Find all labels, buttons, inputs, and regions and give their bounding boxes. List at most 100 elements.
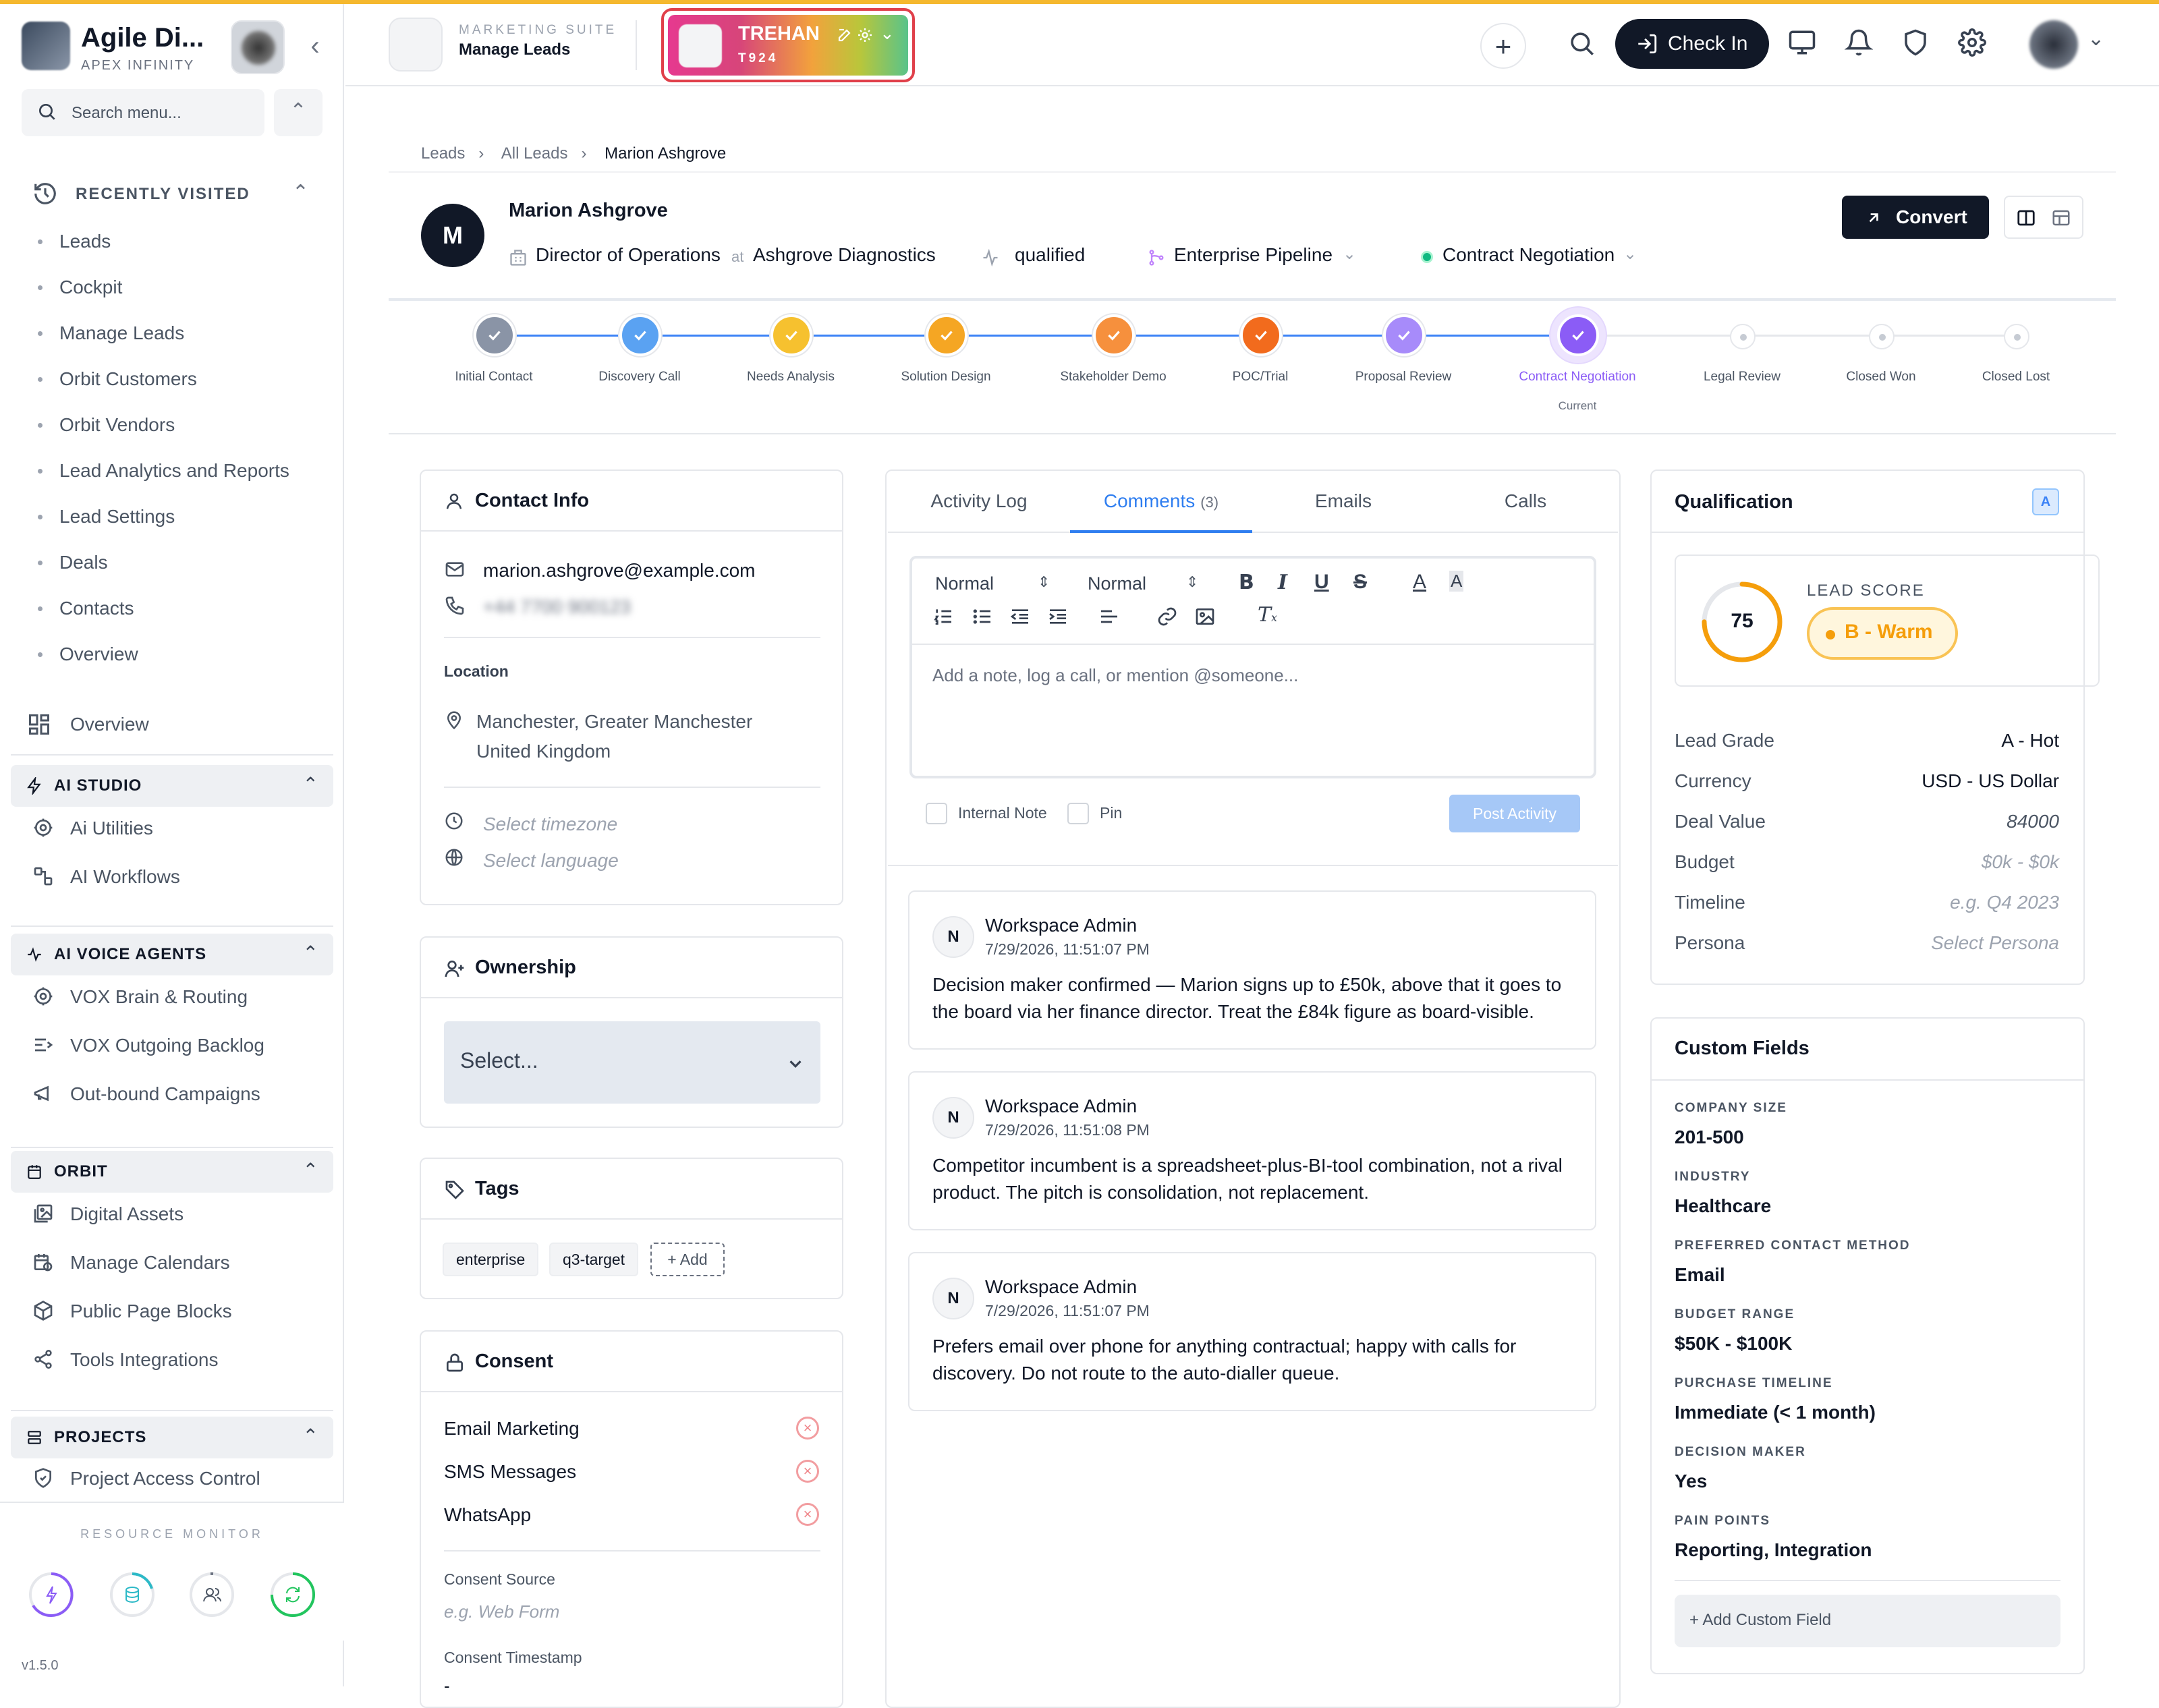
database-gauge[interactable] bbox=[108, 1570, 157, 1619]
convert-button[interactable]: Convert bbox=[1842, 196, 1989, 239]
chevron-down-icon[interactable]: ⌄ bbox=[2087, 27, 2104, 51]
sidebar-item-manage-calendars[interactable]: Manage Calendars bbox=[32, 1243, 329, 1283]
bell-icon[interactable] bbox=[1845, 28, 1873, 57]
cpu-gauge[interactable] bbox=[27, 1570, 76, 1619]
sidebar-item-tools-integrations[interactable]: Tools Integrations bbox=[32, 1340, 329, 1380]
qualification-field-value[interactable]: USD - US Dollar bbox=[1822, 770, 2059, 792]
lead-company[interactable]: Ashgrove Diagnostics bbox=[753, 244, 936, 266]
recent-item[interactable]: Contacts bbox=[35, 594, 325, 639]
timezone-select[interactable]: Select timezone bbox=[483, 814, 617, 835]
align-left-icon[interactable] bbox=[1098, 606, 1120, 627]
post-activity-button[interactable]: Post Activity bbox=[1449, 795, 1580, 832]
internal-note-checkbox[interactable] bbox=[926, 803, 947, 824]
recent-item[interactable]: Lead Analytics and Reports bbox=[35, 456, 325, 502]
comment-input[interactable]: Add a note, log a call, or mention @some… bbox=[932, 665, 1298, 686]
qualification-field-value[interactable]: $0k - $0k bbox=[1822, 851, 2059, 873]
custom-field-value[interactable]: Reporting, Integration bbox=[1675, 1539, 1872, 1561]
search-expand-chevron-up-icon[interactable]: ⌃ bbox=[274, 89, 323, 136]
recent-item[interactable]: Orbit Vendors bbox=[35, 410, 325, 456]
qualification-field-value[interactable]: A - Hot bbox=[1822, 730, 2059, 751]
add-custom-field-button[interactable]: + Add Custom Field bbox=[1675, 1595, 2060, 1647]
consent-source-input[interactable]: e.g. Web Form bbox=[444, 1601, 559, 1622]
tab-emails[interactable]: Emails bbox=[1252, 471, 1434, 533]
underline-icon[interactable]: U bbox=[1314, 571, 1329, 594]
search-icon[interactable] bbox=[1568, 30, 1596, 58]
link-icon[interactable] bbox=[1156, 606, 1178, 627]
section-header-projects[interactable]: PROJECTS ⌃ bbox=[11, 1417, 333, 1458]
tab-activity-log[interactable]: Activity Log bbox=[888, 471, 1070, 533]
custom-field-value[interactable]: Immediate (< 1 month) bbox=[1675, 1402, 1876, 1423]
consent-sms-denied-x-icon[interactable]: × bbox=[796, 1460, 819, 1483]
create-new-plus-button[interactable]: + bbox=[1480, 23, 1526, 69]
ordered-list-icon[interactable] bbox=[932, 606, 954, 627]
bold-icon[interactable]: B bbox=[1239, 571, 1254, 594]
sync-gauge[interactable] bbox=[269, 1570, 317, 1619]
collapse-sidebar-chevron-left-icon[interactable]: ‹ bbox=[298, 30, 332, 63]
section-header-orbit[interactable]: ORBIT ⌃ bbox=[11, 1151, 333, 1193]
sidebar-item-project-access-control[interactable]: Project Access Control bbox=[32, 1458, 329, 1499]
contact-phone[interactable]: +44 7700 900123 bbox=[483, 596, 631, 618]
recent-item[interactable]: Orbit Customers bbox=[35, 364, 325, 410]
tenant-switcher[interactable]: TREHAN T924 ⌄ bbox=[661, 8, 915, 82]
breadcrumb-all-leads[interactable]: All Leads bbox=[501, 144, 568, 163]
sidebar-item-ai-workflows[interactable]: AI Workflows bbox=[32, 857, 329, 897]
gear-icon[interactable] bbox=[857, 27, 873, 43]
panel-layout-icon[interactable] bbox=[2051, 208, 2071, 228]
recent-item[interactable]: Deals bbox=[35, 548, 325, 594]
contact-email[interactable]: marion.ashgrove@example.com bbox=[483, 560, 755, 581]
text-color-icon[interactable]: A bbox=[1413, 571, 1426, 594]
outdent-icon[interactable] bbox=[1009, 606, 1031, 627]
tag-chip[interactable]: enterprise bbox=[443, 1243, 539, 1276]
language-select[interactable]: Select language bbox=[483, 850, 619, 872]
qualification-field-value[interactable]: 84000 bbox=[1822, 811, 2059, 832]
check-in-button[interactable]: Check In bbox=[1615, 19, 1769, 69]
section-header-ai-voice-agents[interactable]: AI VOICE AGENTS ⌃ bbox=[11, 934, 333, 975]
consent-email-denied-x-icon[interactable]: × bbox=[796, 1417, 819, 1440]
monitor-icon[interactable] bbox=[1788, 28, 1816, 57]
custom-field-value[interactable]: $50K - $100K bbox=[1675, 1333, 1792, 1355]
clear-format-icon[interactable]: Tx bbox=[1258, 603, 1277, 627]
custom-field-value[interactable]: Healthcare bbox=[1675, 1195, 1771, 1217]
bullet-list-icon[interactable] bbox=[972, 606, 993, 627]
italic-icon[interactable]: I bbox=[1278, 571, 1287, 594]
recent-item[interactable]: Lead Settings bbox=[35, 502, 325, 548]
add-tag-button[interactable]: + Add bbox=[650, 1243, 725, 1276]
tab-comments[interactable]: Comments (3) bbox=[1070, 471, 1252, 533]
owner-select[interactable]: Select... bbox=[444, 1021, 820, 1104]
sidebar-item-public-page-blocks[interactable]: Public Page Blocks bbox=[32, 1291, 329, 1332]
columns-layout-icon[interactable] bbox=[2016, 208, 2036, 228]
sidebar-item-out-bound-campaigns[interactable]: Out-bound Campaigns bbox=[32, 1074, 329, 1114]
custom-field-value[interactable]: Email bbox=[1675, 1264, 1725, 1286]
recent-item[interactable]: Manage Leads bbox=[35, 318, 325, 364]
qualification-field-value[interactable]: e.g. Q4 2023 bbox=[1822, 892, 2059, 913]
sidebar-item-vox-brain-routing[interactable]: VOX Brain & Routing bbox=[32, 977, 329, 1017]
tag-chip[interactable]: q3-target bbox=[549, 1243, 639, 1276]
custom-field-value[interactable]: Yes bbox=[1675, 1471, 1707, 1492]
custom-field-value[interactable]: 201-500 bbox=[1675, 1127, 1744, 1148]
qualification-field-value[interactable]: Select Persona bbox=[1822, 932, 2059, 954]
user-avatar[interactable] bbox=[2029, 20, 2078, 69]
sidebar-item-ai-utilities[interactable]: Ai Utilities bbox=[32, 808, 329, 849]
sidebar-item-vox-outgoing-backlog[interactable]: VOX Outgoing Backlog bbox=[32, 1025, 329, 1066]
recent-item[interactable]: Overview bbox=[35, 639, 325, 685]
chevron-down-icon[interactable]: ⌄ bbox=[880, 23, 895, 44]
pin-checkbox[interactable] bbox=[1067, 803, 1089, 824]
indent-icon[interactable] bbox=[1047, 606, 1069, 627]
style-select-2[interactable]: Normal ⇕ bbox=[1088, 573, 1198, 594]
image-icon[interactable] bbox=[1194, 606, 1216, 627]
shield-icon[interactable] bbox=[1901, 28, 1930, 57]
users-gauge[interactable] bbox=[188, 1570, 236, 1619]
recently-visited-header[interactable]: RECENTLY VISITED ⌃ bbox=[32, 177, 316, 212]
recent-item[interactable]: Leads bbox=[35, 227, 325, 273]
app-icon[interactable] bbox=[389, 18, 443, 72]
sidebar-item-digital-assets[interactable]: Digital Assets bbox=[32, 1194, 329, 1234]
tab-calls[interactable]: Calls bbox=[1434, 471, 1617, 533]
highlight-color-icon[interactable]: A bbox=[1449, 571, 1464, 592]
sidebar-item-overview[interactable]: Overview bbox=[27, 704, 324, 745]
workspace-avatar[interactable] bbox=[231, 20, 285, 74]
sidebar-search-input[interactable]: Search menu... bbox=[22, 89, 264, 136]
recent-item[interactable]: Cockpit bbox=[35, 273, 325, 318]
edit-icon[interactable] bbox=[837, 27, 853, 43]
consent-whatsapp-denied-x-icon[interactable]: × bbox=[796, 1503, 819, 1526]
brand-logo[interactable] bbox=[22, 22, 70, 70]
